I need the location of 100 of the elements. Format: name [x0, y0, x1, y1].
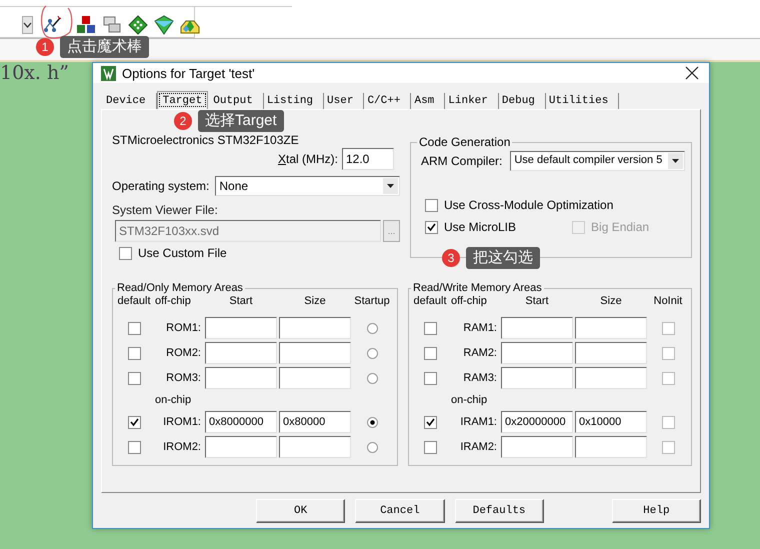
row-label: RAM3:: [462, 372, 498, 384]
radio-button[interactable]: [366, 348, 378, 358]
start-field[interactable]: [205, 436, 277, 458]
row-label: ROM3:: [165, 372, 202, 384]
row-label: IRAM2:: [459, 441, 498, 453]
row-label: ROM1:: [165, 322, 202, 334]
row-label: IROM1:: [162, 416, 202, 428]
checkbox[interactable]: [128, 440, 140, 454]
os-select[interactable]: None: [215, 176, 400, 196]
start-field[interactable]: [205, 342, 277, 364]
checkbox[interactable]: [128, 416, 140, 428]
section-label: on-chip: [155, 394, 192, 406]
column-header: Size: [303, 294, 327, 309]
caret-icon: [23, 22, 32, 28]
checkbox[interactable]: [128, 346, 140, 360]
group-title: Read/Write Memory Areas: [412, 282, 543, 294]
checkbox-label: Use MicroLIB: [444, 220, 516, 234]
dialog-button[interactable]: Defaults: [454, 498, 544, 522]
column-header: Startup: [353, 294, 391, 309]
tab[interactable]: Debug: [498, 93, 546, 109]
start-field[interactable]: [205, 317, 277, 339]
device-name: STMicroelectronics STM32F103ZE: [112, 133, 300, 147]
size-field[interactable]: [279, 367, 351, 389]
windows-icon[interactable]: [102, 14, 122, 35]
dialog-button[interactable]: Cancel: [355, 498, 444, 522]
dropdown-button[interactable]: [22, 16, 33, 34]
size-field[interactable]: [575, 317, 647, 339]
radio-button[interactable]: [366, 372, 378, 384]
checkbox-label: Use Custom File: [138, 246, 227, 260]
row-label: RAM2:: [462, 347, 498, 359]
checkbox[interactable]: [128, 372, 140, 384]
tab[interactable]: Listing: [264, 93, 324, 109]
size-field[interactable]: [279, 317, 351, 339]
checkbox[interactable]: [662, 346, 674, 360]
checkbox[interactable]: [424, 372, 436, 384]
start-field[interactable]: [501, 367, 573, 389]
radio-button[interactable]: [366, 416, 378, 428]
column-header: default: [412, 294, 448, 309]
close-icon[interactable]: [685, 66, 699, 80]
row-label: ROM2:: [165, 347, 202, 359]
size-field[interactable]: [575, 342, 647, 364]
xtal-field[interactable]: 12.0: [342, 148, 394, 170]
checkbox[interactable]: [128, 322, 140, 334]
checkbox[interactable]: [424, 440, 436, 454]
group-title: Read/Only Memory Areas: [116, 282, 244, 294]
size-field[interactable]: [279, 436, 351, 458]
checkbox[interactable]: [424, 416, 436, 428]
size-field[interactable]: 0x80000: [279, 411, 351, 433]
funnel-icon[interactable]: [154, 14, 174, 35]
checkbox-label: Big Endian: [591, 220, 650, 234]
radio-button[interactable]: [366, 442, 378, 452]
column-header: off-chip: [451, 294, 488, 309]
app-icon: [101, 66, 116, 80]
checkbox-label: Use Cross-Module Optimization: [444, 198, 614, 212]
start-field[interactable]: [501, 317, 573, 339]
checkbox[interactable]: [662, 322, 674, 334]
checkbox[interactable]: [425, 198, 438, 212]
tab[interactable]: Target: [156, 91, 208, 109]
start-field[interactable]: [501, 342, 573, 364]
window-title: Options for Target 'test': [122, 66, 255, 80]
size-field[interactable]: 0x10000: [575, 411, 647, 433]
compiler-select[interactable]: Use default compiler version 5: [510, 151, 685, 171]
group-title: Code Generation: [418, 135, 512, 149]
tab[interactable]: Linker: [445, 93, 499, 109]
tab[interactable]: C/C++: [364, 93, 412, 109]
wand-icon[interactable]: [42, 14, 62, 35]
dialog-button[interactable]: Help: [612, 498, 701, 522]
size-field[interactable]: [279, 342, 351, 364]
diamond-icon[interactable]: [128, 14, 148, 35]
size-field[interactable]: [575, 436, 647, 458]
tab[interactable]: User: [324, 93, 364, 109]
column-header: Size: [599, 294, 623, 309]
checkbox[interactable]: [662, 440, 674, 454]
checkbox[interactable]: [424, 346, 436, 360]
column-header: off-chip: [155, 294, 192, 309]
row-label: IROM2:: [162, 441, 202, 453]
column-header: NoInit: [652, 294, 684, 309]
start-field[interactable]: 0x8000000: [205, 411, 277, 433]
checkbox[interactable]: [662, 416, 674, 428]
checkbox[interactable]: [424, 322, 436, 334]
row-label: IRAM1:: [459, 416, 498, 428]
compiler-label: ARM Compiler:: [421, 154, 502, 168]
checkbox[interactable]: [119, 246, 132, 260]
size-field[interactable]: [575, 367, 647, 389]
tab[interactable]: Utilities: [546, 93, 620, 109]
start-field[interactable]: [501, 436, 573, 458]
column-header: Start: [524, 294, 550, 309]
checkbox[interactable]: [425, 220, 438, 234]
section-label: on-chip: [451, 394, 488, 406]
start-field[interactable]: 0x20000000: [501, 411, 573, 433]
code-text: 10x. h”: [0, 62, 69, 84]
highlight-outline: [38, 4, 74, 40]
callout-label: 选择Target: [198, 110, 284, 132]
dialog-button[interactable]: OK: [256, 498, 346, 522]
checkbox[interactable]: [662, 372, 674, 384]
start-field[interactable]: [205, 367, 277, 389]
tab[interactable]: Asm: [411, 93, 446, 109]
tab[interactable]: Output: [210, 93, 264, 109]
radio-button[interactable]: [366, 322, 378, 334]
blocks-icon[interactable]: [76, 14, 96, 35]
